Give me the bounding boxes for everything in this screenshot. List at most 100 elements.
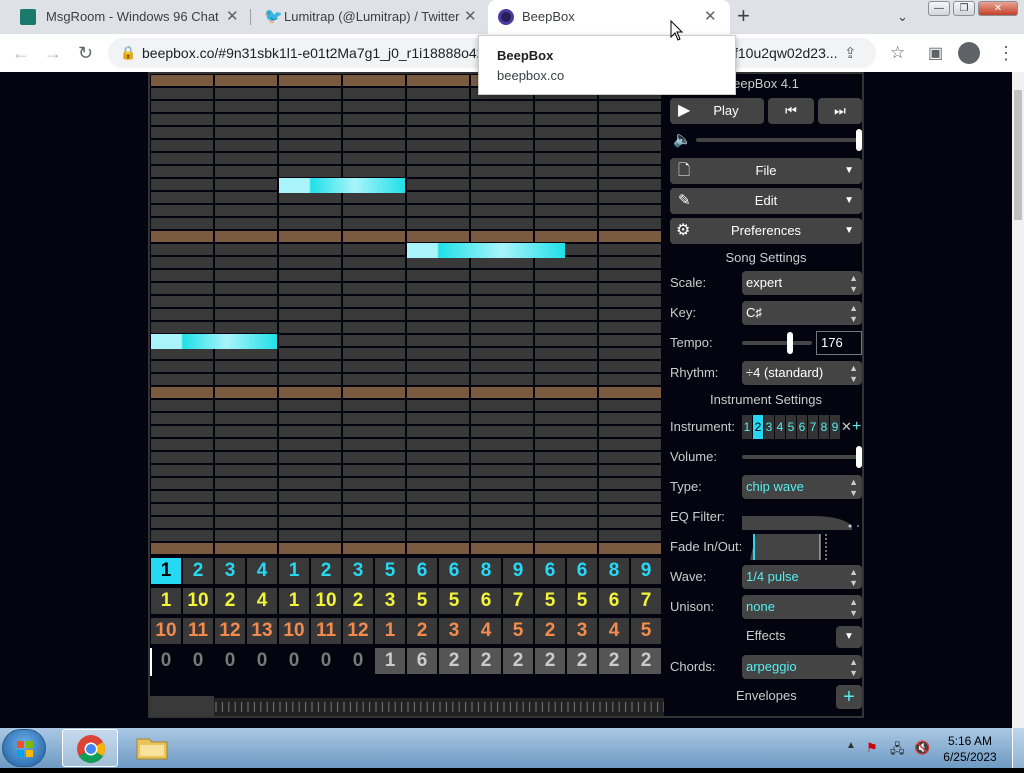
grid-cell[interactable] bbox=[279, 478, 341, 489]
grid-cell[interactable] bbox=[599, 114, 661, 125]
grid-octave-row[interactable] bbox=[471, 231, 533, 242]
pattern-cell[interactable]: 0 bbox=[247, 648, 277, 674]
restore-button[interactable]: ❐ bbox=[953, 1, 975, 16]
grid-cell[interactable] bbox=[151, 192, 213, 203]
share-icon[interactable]: ⇪ bbox=[844, 44, 857, 62]
pattern-cell[interactable]: 6 bbox=[439, 558, 469, 584]
grid-cell[interactable] bbox=[599, 465, 661, 476]
instrument-button-6[interactable]: 6 bbox=[797, 415, 807, 439]
page-scrollbar[interactable] bbox=[1012, 72, 1024, 728]
grid-cell[interactable] bbox=[215, 465, 277, 476]
grid-cell[interactable] bbox=[599, 153, 661, 164]
pattern-cell[interactable]: 2 bbox=[631, 648, 661, 674]
grid-cell[interactable] bbox=[599, 179, 661, 190]
grid-cell[interactable] bbox=[215, 504, 277, 515]
grid-cell[interactable] bbox=[343, 270, 405, 281]
pattern-cell[interactable]: 10 bbox=[183, 588, 213, 614]
grid-cell[interactable] bbox=[535, 517, 597, 528]
grid-cell[interactable] bbox=[407, 153, 469, 164]
master-volume-slider[interactable] bbox=[696, 138, 862, 142]
grid-cell[interactable] bbox=[407, 465, 469, 476]
previous-bar-button[interactable]: ⏮ bbox=[768, 98, 814, 124]
new-tab-button[interactable]: + bbox=[737, 3, 750, 29]
grid-cell[interactable] bbox=[279, 127, 341, 138]
grid-cell[interactable] bbox=[535, 530, 597, 541]
grid-cell[interactable] bbox=[151, 257, 213, 268]
grid-cell[interactable] bbox=[215, 296, 277, 307]
edit-menu[interactable]: ✎ Edit ▼ bbox=[670, 188, 862, 214]
grid-cell[interactable] bbox=[343, 101, 405, 112]
grid-cell[interactable] bbox=[279, 257, 341, 268]
tab-beepbox[interactable]: BeepBox ✕ bbox=[488, 0, 730, 34]
grid-cell[interactable] bbox=[407, 400, 469, 411]
grid-cell[interactable] bbox=[279, 205, 341, 216]
pattern-cell[interactable]: 2 bbox=[503, 648, 533, 674]
grid-cell[interactable] bbox=[599, 270, 661, 281]
grid-cell[interactable] bbox=[151, 478, 213, 489]
grid-cell[interactable] bbox=[151, 205, 213, 216]
instrument-button-8[interactable]: 8 bbox=[819, 415, 829, 439]
grid-octave-row[interactable] bbox=[535, 231, 597, 242]
pattern-cell[interactable]: 2 bbox=[439, 648, 469, 674]
pattern-cell[interactable]: 10 bbox=[151, 618, 181, 644]
grid-cell[interactable] bbox=[279, 192, 341, 203]
grid-cell[interactable] bbox=[535, 374, 597, 385]
grid-cell[interactable] bbox=[535, 218, 597, 229]
grid-cell[interactable] bbox=[279, 374, 341, 385]
grid-cell[interactable] bbox=[599, 361, 661, 372]
grid-cell[interactable] bbox=[599, 244, 661, 255]
pattern-cell[interactable]: 4 bbox=[471, 618, 501, 644]
grid-cell[interactable] bbox=[151, 530, 213, 541]
pattern-cell[interactable]: 1 bbox=[375, 648, 405, 674]
pattern-cell[interactable]: 8 bbox=[471, 558, 501, 584]
grid-cell[interactable] bbox=[471, 517, 533, 528]
grid-cell[interactable] bbox=[343, 166, 405, 177]
grid-cell[interactable] bbox=[535, 335, 597, 346]
grid-cell[interactable] bbox=[279, 426, 341, 437]
play-button[interactable]: ▶ Play bbox=[670, 98, 764, 124]
grid-cell[interactable] bbox=[279, 491, 341, 502]
pattern-cell[interactable]: 5 bbox=[375, 558, 405, 584]
pattern-cell[interactable]: 9 bbox=[503, 558, 533, 584]
tab-msgroom[interactable]: MsgRoom - Windows 96 Chat ✕ bbox=[6, 0, 250, 34]
note[interactable] bbox=[407, 243, 565, 258]
grid-cell[interactable] bbox=[343, 530, 405, 541]
grid-cell[interactable] bbox=[599, 101, 661, 112]
network-icon[interactable]: 🖧 bbox=[890, 740, 905, 762]
pattern-cell[interactable]: 5 bbox=[631, 618, 661, 644]
menu-kebab-icon[interactable]: ⋮ bbox=[997, 43, 1015, 64]
grid-cell[interactable] bbox=[215, 205, 277, 216]
grid-cell[interactable] bbox=[599, 517, 661, 528]
piano-roll-grid[interactable] bbox=[150, 74, 664, 554]
grid-cell[interactable] bbox=[407, 166, 469, 177]
grid-octave-row[interactable] bbox=[599, 543, 661, 554]
grid-cell[interactable] bbox=[215, 374, 277, 385]
next-bar-button[interactable]: ⏭ bbox=[818, 98, 862, 124]
grid-cell[interactable] bbox=[535, 296, 597, 307]
pattern-cell[interactable]: 1 bbox=[279, 588, 309, 614]
grid-cell[interactable] bbox=[599, 335, 661, 346]
grid-octave-row[interactable] bbox=[279, 231, 341, 242]
grid-cell[interactable] bbox=[407, 270, 469, 281]
grid-cell[interactable] bbox=[407, 491, 469, 502]
pattern-cell[interactable]: 0 bbox=[343, 648, 373, 674]
pattern-cell[interactable]: 2 bbox=[535, 618, 565, 644]
grid-cell[interactable] bbox=[407, 88, 469, 99]
grid-cell[interactable] bbox=[599, 530, 661, 541]
grid-cell[interactable] bbox=[471, 426, 533, 437]
pattern-cell[interactable]: 4 bbox=[247, 558, 277, 584]
grid-cell[interactable] bbox=[215, 439, 277, 450]
grid-cell[interactable] bbox=[535, 101, 597, 112]
grid-cell[interactable] bbox=[343, 413, 405, 424]
grid-cell[interactable] bbox=[151, 322, 213, 333]
grid-cell[interactable] bbox=[215, 309, 277, 320]
grid-cell[interactable] bbox=[599, 205, 661, 216]
grid-cell[interactable] bbox=[407, 205, 469, 216]
grid-cell[interactable] bbox=[343, 218, 405, 229]
grid-cell[interactable] bbox=[599, 127, 661, 138]
taskbar-chrome-button[interactable] bbox=[62, 729, 118, 767]
grid-cell[interactable] bbox=[471, 361, 533, 372]
grid-cell[interactable] bbox=[343, 114, 405, 125]
scrollbar-thumb[interactable] bbox=[1014, 90, 1022, 220]
pattern-cell[interactable]: 1 bbox=[279, 558, 309, 584]
